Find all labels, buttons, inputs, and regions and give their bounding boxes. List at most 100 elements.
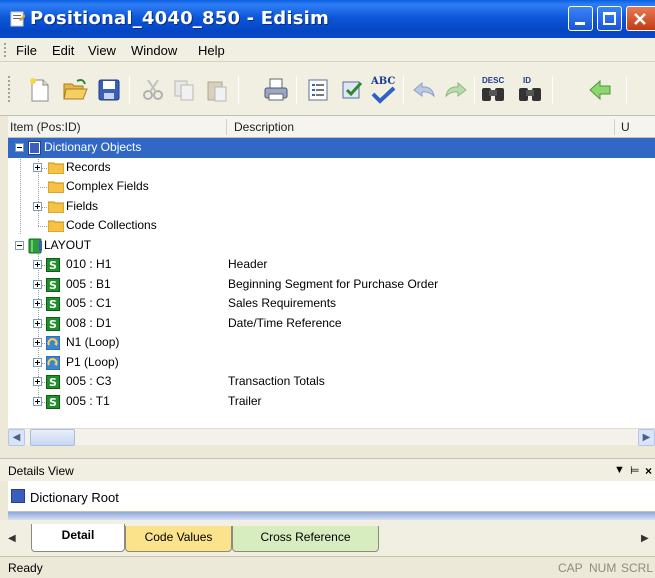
tree-item-complex-fields[interactable]: Complex Fields xyxy=(8,177,655,197)
tree-item-label: Dictionary Objects xyxy=(44,140,142,154)
toolbar-grip[interactable] xyxy=(8,76,10,102)
scroll-left-button[interactable]: ◀ xyxy=(8,429,25,446)
tree-item-label: P1 (Loop) xyxy=(66,354,119,369)
print-icon[interactable] xyxy=(262,76,290,104)
close-pane-icon[interactable]: × xyxy=(645,464,652,478)
redo-icon[interactable] xyxy=(442,76,470,104)
tab-code-values[interactable]: Code Values xyxy=(125,526,232,552)
expand-toggle[interactable] xyxy=(33,338,42,347)
segment-icon: S xyxy=(46,277,60,292)
caps-indicator: CAP xyxy=(558,561,583,575)
details-divider xyxy=(8,512,655,520)
details-view-title: Details View xyxy=(8,464,74,478)
binoculars-icon xyxy=(519,88,541,101)
spellcheck-button[interactable]: ABC xyxy=(368,76,396,104)
toolbar-separator xyxy=(129,76,130,104)
close-button[interactable] xyxy=(626,6,655,31)
tree-column-header: Item (Pos:ID) Description U xyxy=(8,116,655,138)
toolbar-separator xyxy=(626,76,627,104)
tab-scroll-right-icon[interactable]: ▶ xyxy=(641,533,649,544)
pin-icon[interactable]: ⊨ xyxy=(630,464,640,477)
toolbar: ABC DESC ID xyxy=(0,62,655,116)
back-arrow-icon[interactable] xyxy=(586,76,614,104)
find-id-button[interactable]: ID xyxy=(515,76,543,104)
minimize-icon xyxy=(575,22,585,25)
validate-icon[interactable] xyxy=(338,76,366,104)
close-icon xyxy=(634,13,646,25)
expand-toggle[interactable] xyxy=(33,357,42,367)
properties-icon[interactable] xyxy=(304,76,332,104)
menubar-grip[interactable] xyxy=(4,43,6,57)
dictionary-icon xyxy=(28,141,41,155)
tab-cross-reference[interactable]: Cross Reference xyxy=(232,526,379,552)
column-divider[interactable] xyxy=(614,119,615,135)
tree-item-label: Fields xyxy=(66,198,99,213)
column-item[interactable]: Item (Pos:ID) xyxy=(10,120,81,134)
cut-icon[interactable] xyxy=(139,76,167,104)
window-title: Positional_4040_850 - Edisim xyxy=(30,8,329,29)
undo-icon[interactable] xyxy=(410,76,438,104)
expand-toggle[interactable] xyxy=(33,201,42,211)
expand-toggle[interactable] xyxy=(33,279,42,289)
column-description[interactable]: Description xyxy=(234,120,294,134)
save-icon[interactable] xyxy=(95,76,123,104)
copy-icon[interactable] xyxy=(170,76,198,104)
scroll-right-button[interactable]: ▶ xyxy=(638,429,655,446)
expand-toggle[interactable] xyxy=(33,260,42,269)
collapse-toggle[interactable] xyxy=(15,143,24,152)
find-desc-button[interactable]: DESC xyxy=(478,76,506,104)
expand-toggle[interactable] xyxy=(33,162,42,172)
tree-item-description: Transaction Totals xyxy=(228,374,325,388)
folder-icon xyxy=(48,181,64,193)
horizontal-scrollbar[interactable]: ◀ ▶ xyxy=(8,428,655,446)
status-bar: Ready CAP NUM SCRL xyxy=(0,556,655,578)
tree-item-layout[interactable]: LAYOUT xyxy=(8,236,655,256)
expand-toggle[interactable] xyxy=(33,299,42,308)
maximize-button[interactable] xyxy=(597,6,622,31)
tree-item-label: 005 : C3 xyxy=(66,374,112,388)
dropdown-icon[interactable]: ▼ xyxy=(614,464,625,476)
menu-file[interactable]: File xyxy=(16,43,37,58)
expand-toggle[interactable] xyxy=(33,396,42,406)
paste-icon[interactable] xyxy=(203,76,231,104)
collapse-toggle[interactable] xyxy=(15,240,24,250)
tree-item-segment-c1[interactable]: S 005 : C1 Sales Requirements xyxy=(8,294,655,314)
expand-toggle[interactable] xyxy=(33,377,42,386)
open-folder-icon[interactable] xyxy=(61,76,89,104)
tree-item-loop-n1[interactable]: N1 (Loop) xyxy=(8,333,655,353)
tree-item-label: 005 : B1 xyxy=(66,276,111,291)
tree-item-loop-p1[interactable]: P1 (Loop) xyxy=(8,353,655,373)
column-u[interactable]: U xyxy=(621,120,630,134)
minimize-button[interactable] xyxy=(568,6,593,31)
menu-bar: File Edit View Window Help xyxy=(0,38,655,62)
menu-help[interactable]: Help xyxy=(198,43,225,58)
tree-item-records[interactable]: Records xyxy=(8,158,655,178)
menu-edit[interactable]: Edit xyxy=(52,43,74,58)
menu-window[interactable]: Window xyxy=(131,43,177,58)
tree-item-segment-d1[interactable]: S 008 : D1 Date/Time Reference xyxy=(8,314,655,334)
details-item: Dictionary Root xyxy=(30,490,119,505)
tree-item-segment-t1[interactable]: S 005 : T1 Trailer xyxy=(8,392,655,412)
tab-scroll-left-icon[interactable]: ◀ xyxy=(8,533,16,544)
new-file-icon[interactable] xyxy=(26,76,54,104)
tab-detail[interactable]: Detail xyxy=(31,524,125,552)
tree-item-label: Records xyxy=(66,159,111,174)
tree-item-segment-h1[interactable]: S 010 : H1 Header xyxy=(8,255,655,275)
tree-item-label: Complex Fields xyxy=(66,179,149,193)
segment-icon: S xyxy=(46,316,60,331)
menu-view[interactable]: View xyxy=(88,43,116,58)
tree-item-dictionary-objects[interactable]: Dictionary Objects xyxy=(8,138,655,158)
tree-connector xyxy=(38,226,48,227)
tree-item-label: N1 (Loop) xyxy=(66,335,120,349)
tree-item-segment-c3[interactable]: S 005 : C3 Transaction Totals xyxy=(8,372,655,392)
tree-item-fields[interactable]: Fields xyxy=(8,197,655,217)
scroll-thumb[interactable] xyxy=(30,429,75,446)
maximize-icon xyxy=(603,12,616,25)
tree-item-code-collections[interactable]: Code Collections xyxy=(8,216,655,236)
tree-item-description: Header xyxy=(228,257,268,271)
column-divider[interactable] xyxy=(226,119,227,135)
tree-item-segment-b1[interactable]: S 005 : B1 Beginning Segment for Purchas… xyxy=(8,275,655,295)
app-icon xyxy=(10,11,25,27)
expand-toggle[interactable] xyxy=(33,318,42,328)
tree-item-description: Sales Requirements xyxy=(228,296,337,310)
